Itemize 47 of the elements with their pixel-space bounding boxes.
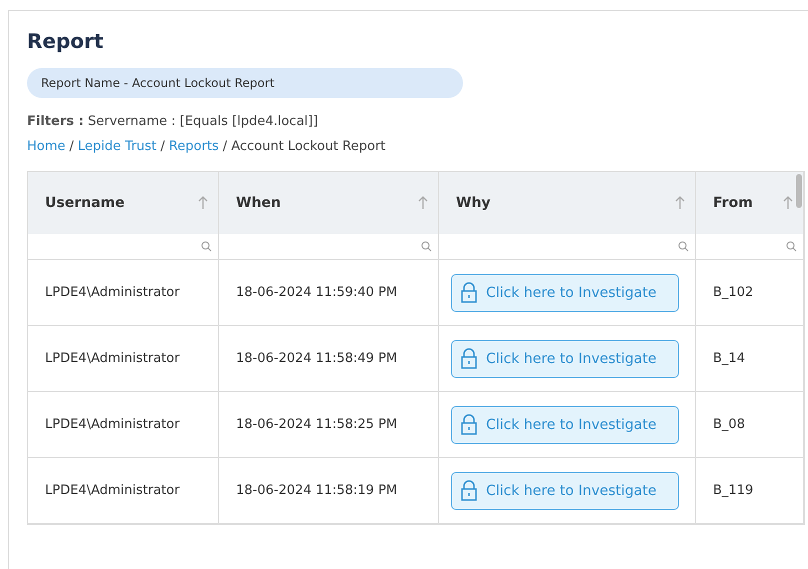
table-cell: 18-06-2024 11:58:49 PM xyxy=(219,326,439,392)
search-icon xyxy=(201,241,212,252)
lock-icon xyxy=(460,480,478,502)
table-cell: LPDE4\Administrator xyxy=(28,326,219,392)
search-icon xyxy=(678,241,689,252)
breadcrumb-separator: / xyxy=(160,138,165,156)
table-cell: B_119 xyxy=(696,458,804,524)
table-cell: LPDE4\Administrator xyxy=(28,392,219,458)
column-header[interactable]: When xyxy=(219,172,439,234)
scrollbar-thumb[interactable] xyxy=(796,174,802,208)
search-icon xyxy=(421,241,432,252)
current-page-text: Account Lockout Report xyxy=(231,138,386,156)
table-cell: B_08 xyxy=(696,392,804,458)
breadcrumb-separator: / xyxy=(222,138,228,156)
column-header[interactable]: From xyxy=(696,172,804,234)
column-filter-field[interactable] xyxy=(696,234,804,260)
table-cell: 18-06-2024 11:58:19 PM xyxy=(219,458,439,524)
lock-icon xyxy=(460,348,478,370)
sort-arrow-icon[interactable] xyxy=(675,196,685,210)
breadcrumb-link[interactable]: Home xyxy=(27,137,66,157)
breadcrumb-link[interactable]: Lepide Trust xyxy=(78,137,157,157)
table-cell: LPDE4\Administrator xyxy=(28,458,219,524)
lock-icon xyxy=(460,414,478,436)
investigate-button[interactable]: Click here to Investigate xyxy=(451,406,679,444)
sort-arrow-icon[interactable] xyxy=(198,196,208,210)
table-cell: 18-06-2024 11:59:40 PM xyxy=(219,260,439,326)
breadcrumb-separator: / xyxy=(69,138,74,156)
table-cell: B_14 xyxy=(696,326,804,392)
report-name-label: Report Name - Account Lockout Report xyxy=(27,68,463,98)
column-header[interactable]: Why xyxy=(439,172,696,234)
page-title: Report xyxy=(27,28,104,55)
column-filter-field[interactable] xyxy=(219,234,439,260)
filters-text: Filters : Servername : [Equals [lpde4.local]] xyxy=(27,113,320,131)
column-filter-field[interactable] xyxy=(439,234,696,260)
column-header[interactable]: Username xyxy=(28,172,219,234)
sort-arrow-icon[interactable] xyxy=(418,196,428,210)
investigate-button[interactable]: Click here to Investigate xyxy=(451,340,679,378)
investigate-button[interactable]: Click here to Investigate xyxy=(451,274,679,312)
search-icon xyxy=(786,241,797,252)
breadcrumb-link[interactable]: Reports xyxy=(168,137,219,157)
table-cell: LPDE4\Administrator xyxy=(28,260,219,326)
table-cell: B_102 xyxy=(696,260,804,326)
column-filter-field[interactable] xyxy=(28,234,219,260)
investigate-button[interactable]: Click here to Investigate xyxy=(451,472,679,510)
lock-icon xyxy=(460,282,478,304)
table-cell: 18-06-2024 11:58:25 PM xyxy=(219,392,439,458)
sort-arrow-icon[interactable] xyxy=(783,196,793,210)
